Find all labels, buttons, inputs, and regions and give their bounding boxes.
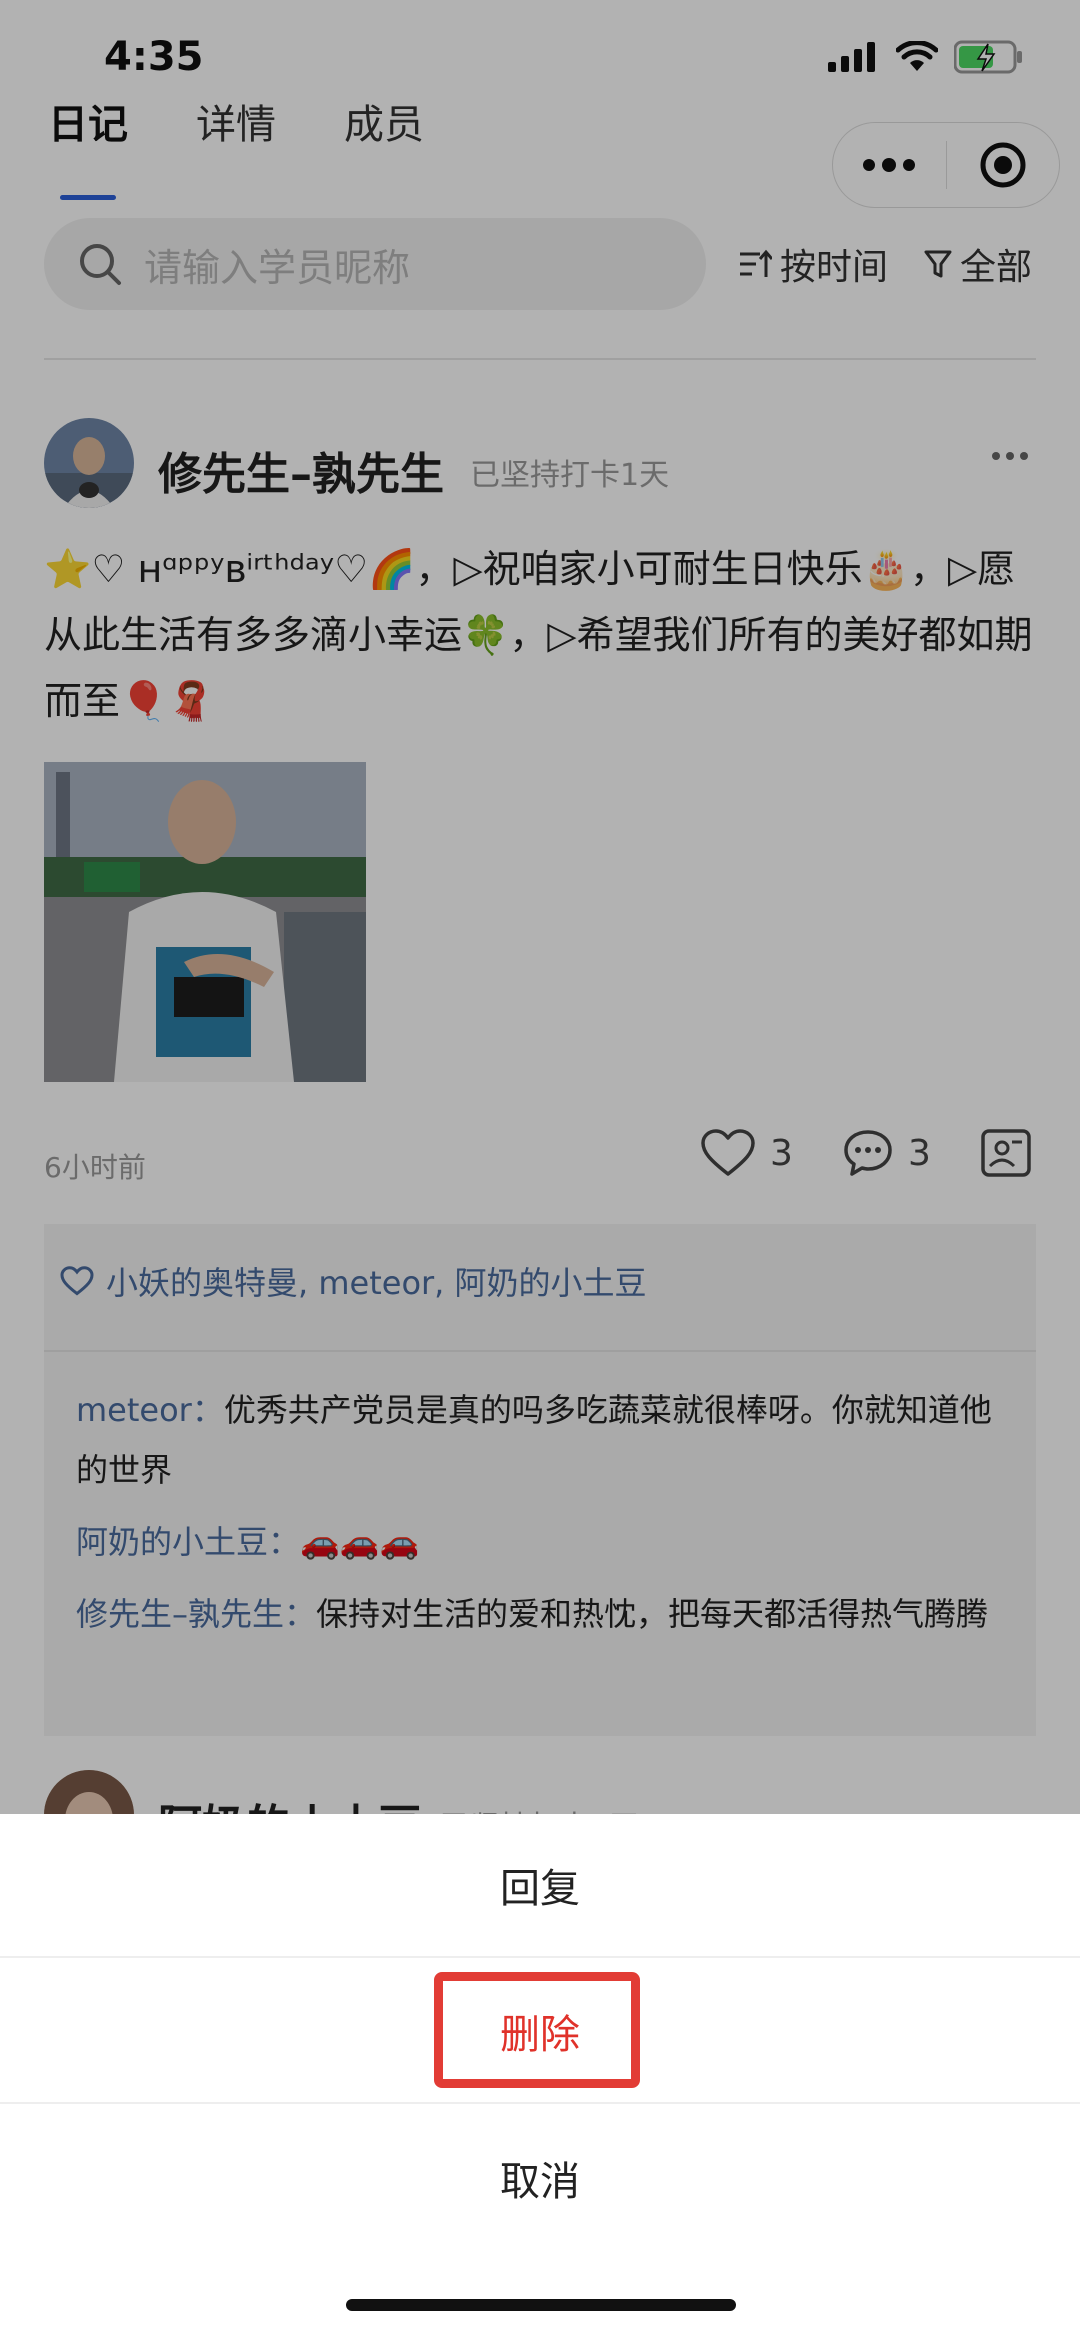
cancel-button[interactable]: 取消	[0, 2106, 1080, 2250]
reply-button[interactable]: 回复	[0, 1814, 1080, 1958]
home-indicator	[346, 2299, 736, 2311]
delete-highlight-box	[434, 1972, 640, 2088]
